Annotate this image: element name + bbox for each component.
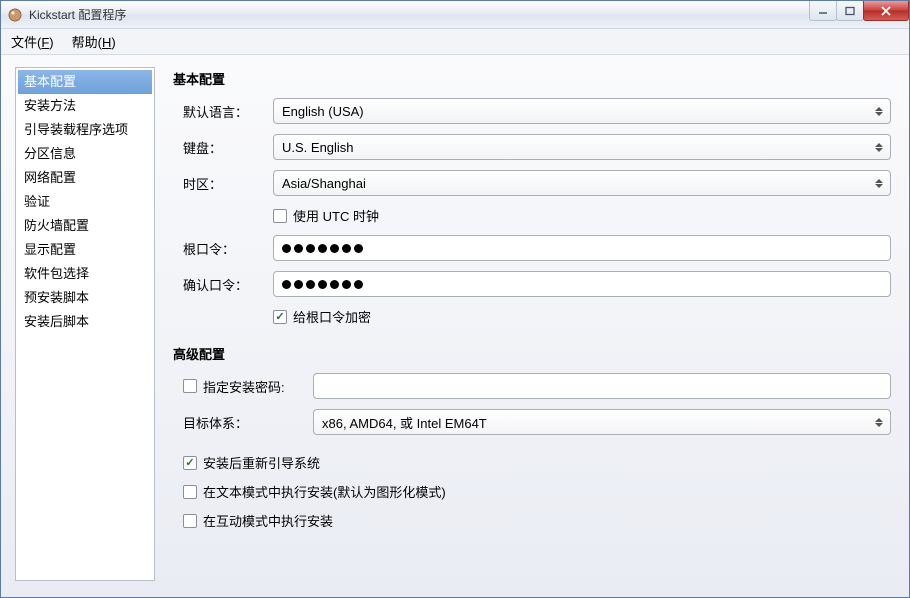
select-keyboard[interactable]: U.S. English bbox=[273, 134, 891, 160]
close-button[interactable] bbox=[863, 1, 909, 21]
password-mask bbox=[282, 244, 363, 253]
menu-file-label-a: 文件( bbox=[11, 35, 41, 50]
input-confirm-password[interactable] bbox=[273, 271, 891, 297]
select-target-arch[interactable]: x86, AMD64, 或 Intel EM64T bbox=[313, 409, 891, 435]
menu-file[interactable]: 文件(F) bbox=[11, 32, 54, 51]
sidebar-item-4[interactable]: 网络配置 bbox=[18, 166, 152, 190]
check-install-pwd-box[interactable] bbox=[183, 379, 197, 393]
menu-help-label-a: 帮助( bbox=[72, 35, 102, 50]
label-kbd: 键盘： bbox=[183, 138, 263, 157]
section-basic-title: 基本配置 bbox=[173, 69, 891, 88]
spinner-icon bbox=[871, 173, 887, 193]
basic-form: 默认语言： English (USA) 键盘： U.S. English 时区：… bbox=[183, 98, 891, 326]
select-kbd-value: U.S. English bbox=[282, 140, 354, 155]
maximize-button[interactable] bbox=[836, 1, 864, 21]
check-install-pwd-row[interactable]: 指定安装密码: bbox=[183, 377, 303, 396]
check-install-pwd-label: 指定安装密码: bbox=[203, 377, 285, 396]
sidebar-item-8[interactable]: 软件包选择 bbox=[18, 262, 152, 286]
sidebar: 基本配置安装方法引导装载程序选项分区信息网络配置验证防火墙配置显示配置软件包选择… bbox=[15, 67, 155, 581]
label-timezone: 时区： bbox=[183, 174, 263, 193]
window-title: Kickstart 配置程序 bbox=[29, 6, 126, 23]
menu-file-label-b: ) bbox=[49, 35, 53, 50]
menubar: 文件(F) 帮助(H) bbox=[1, 29, 909, 55]
label-rootpw: 根口令： bbox=[183, 239, 263, 258]
spinner-icon bbox=[871, 137, 887, 157]
check-utc-label: 使用 UTC 时钟 bbox=[293, 206, 379, 225]
spinner-icon bbox=[871, 101, 887, 121]
sidebar-item-1[interactable]: 安装方法 bbox=[18, 94, 152, 118]
select-timezone[interactable]: Asia/Shanghai bbox=[273, 170, 891, 196]
label-target-arch: 目标体系： bbox=[183, 413, 303, 432]
check-utc-box[interactable] bbox=[273, 209, 287, 223]
check-textmode-box[interactable] bbox=[183, 485, 197, 499]
titlebar: Kickstart 配置程序 bbox=[1, 1, 909, 29]
close-icon bbox=[880, 6, 892, 16]
check-utc-row[interactable]: 使用 UTC 时钟 bbox=[273, 206, 891, 225]
sidebar-item-9[interactable]: 预安装脚本 bbox=[18, 286, 152, 310]
minimize-icon bbox=[818, 6, 828, 16]
select-tz-value: Asia/Shanghai bbox=[282, 176, 366, 191]
section-adv-title: 高级配置 bbox=[173, 344, 891, 363]
select-target-arch-value: x86, AMD64, 或 Intel EM64T bbox=[322, 413, 487, 432]
app-icon bbox=[7, 7, 23, 23]
check-interactive-row[interactable]: 在互动模式中执行安装 bbox=[183, 511, 891, 530]
sidebar-item-10[interactable]: 安装后脚本 bbox=[18, 310, 152, 334]
menu-help-label-b: ) bbox=[111, 35, 115, 50]
check-reboot-row[interactable]: 安装后重新引导系统 bbox=[183, 453, 891, 472]
sidebar-item-2[interactable]: 引导装载程序选项 bbox=[18, 118, 152, 142]
select-lang-value: English (USA) bbox=[282, 104, 364, 119]
sidebar-item-3[interactable]: 分区信息 bbox=[18, 142, 152, 166]
check-interactive-label: 在互动模式中执行安装 bbox=[203, 511, 333, 530]
sidebar-item-5[interactable]: 验证 bbox=[18, 190, 152, 214]
input-root-password[interactable] bbox=[273, 235, 891, 261]
password-mask bbox=[282, 280, 363, 289]
menu-help[interactable]: 帮助(H) bbox=[72, 32, 116, 51]
advanced-check-list: 安装后重新引导系统 在文本模式中执行安装(默认为图形化模式) 在互动模式中执行安… bbox=[183, 453, 891, 530]
window-controls bbox=[810, 1, 909, 21]
sidebar-item-7[interactable]: 显示配置 bbox=[18, 238, 152, 262]
advanced-form: 指定安装密码: 目标体系： x86, AMD64, 或 Intel EM64T bbox=[183, 373, 891, 435]
sidebar-item-0[interactable]: 基本配置 bbox=[18, 70, 152, 94]
check-encrypt-row[interactable]: 给根口令加密 bbox=[273, 307, 891, 326]
check-interactive-box[interactable] bbox=[183, 514, 197, 528]
menu-help-accel: H bbox=[102, 35, 111, 50]
check-encrypt-label: 给根口令加密 bbox=[293, 307, 371, 326]
label-confirm: 确认口令： bbox=[183, 275, 263, 294]
input-install-password[interactable] bbox=[313, 373, 891, 399]
maximize-icon bbox=[845, 6, 855, 16]
check-textmode-row[interactable]: 在文本模式中执行安装(默认为图形化模式) bbox=[183, 482, 891, 501]
sidebar-item-6[interactable]: 防火墙配置 bbox=[18, 214, 152, 238]
body-area: 基本配置安装方法引导装载程序选项分区信息网络配置验证防火墙配置显示配置软件包选择… bbox=[1, 55, 909, 597]
app-window: Kickstart 配置程序 文件(F) 帮助(H) 基本配置安装方法引导装载程… bbox=[0, 0, 910, 598]
label-lang: 默认语言： bbox=[183, 102, 263, 121]
check-textmode-label: 在文本模式中执行安装(默认为图形化模式) bbox=[203, 482, 446, 501]
minimize-button[interactable] bbox=[809, 1, 837, 21]
main-panel: 基本配置 默认语言： English (USA) 键盘： U.S. Englis… bbox=[169, 67, 895, 581]
spinner-icon bbox=[871, 412, 887, 432]
check-reboot-box[interactable] bbox=[183, 456, 197, 470]
check-encrypt-box[interactable] bbox=[273, 310, 287, 324]
check-reboot-label: 安装后重新引导系统 bbox=[203, 453, 320, 472]
select-lang[interactable]: English (USA) bbox=[273, 98, 891, 124]
